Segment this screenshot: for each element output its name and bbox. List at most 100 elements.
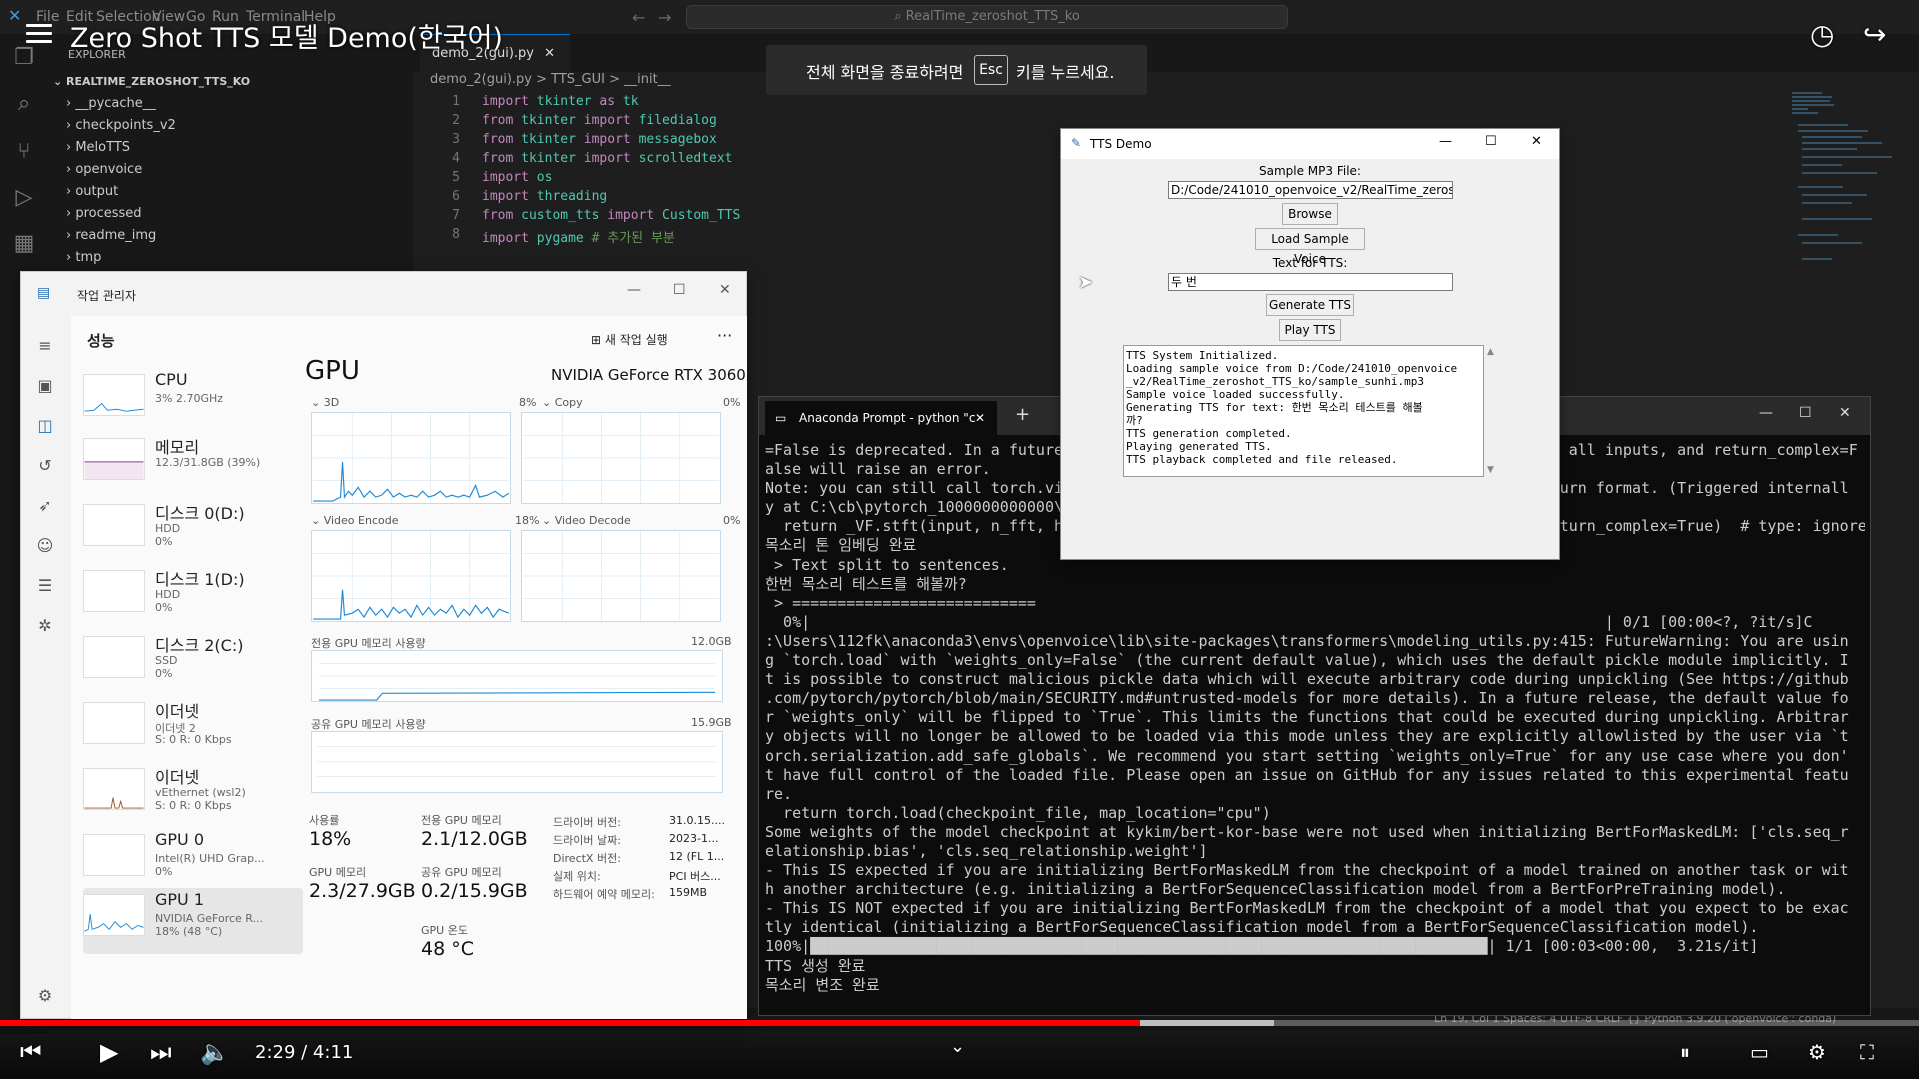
perf-item-gpu0[interactable]: GPU 0 Intel(R) UHD Grap... 0% bbox=[83, 828, 299, 890]
tts-log[interactable]: TTS System Initialized. Loading sample v… bbox=[1123, 345, 1484, 477]
tree-item[interactable]: › processed bbox=[66, 206, 142, 221]
info-key: 드라이버 날짜: bbox=[553, 834, 621, 847]
menu-file[interactable]: File bbox=[36, 9, 59, 25]
tree-item[interactable]: › __pycache__ bbox=[66, 96, 156, 111]
back-arrow-icon[interactable]: ← bbox=[632, 8, 645, 27]
util-value: 18% bbox=[309, 828, 352, 850]
load-sample-button[interactable]: Load Sample Voice bbox=[1255, 228, 1365, 266]
processes-icon[interactable]: ▣ bbox=[35, 376, 55, 396]
tree-item[interactable]: › MeloTTS bbox=[66, 140, 130, 155]
maximize-icon[interactable]: ☐ bbox=[1799, 405, 1812, 421]
settings-icon[interactable]: ⚙ bbox=[1808, 1040, 1826, 1064]
tts-text-input[interactable]: 두 번 bbox=[1168, 273, 1453, 291]
terminal-tab[interactable]: ▭ Anaconda Prompt - python "c ✕ bbox=[765, 401, 997, 435]
log-line: Generating TTS for text: 한번 목소리 테스트를 해볼 bbox=[1126, 401, 1423, 414]
code-line[interactable]: import threading bbox=[482, 189, 607, 204]
info-value: PCI 버스... bbox=[669, 870, 721, 883]
next-icon[interactable]: ⏭ bbox=[150, 1038, 172, 1066]
breadcrumb[interactable]: demo_2(gui).py > TTS_GUI > __init__ bbox=[430, 72, 671, 87]
generate-tts-button[interactable]: Generate TTS bbox=[1266, 294, 1354, 316]
settings-icon[interactable]: ⚙ bbox=[35, 986, 55, 1006]
perf-item-disk0[interactable]: 디스크 0(D:) HDD 0% bbox=[83, 498, 299, 560]
perf-item-ethernet[interactable]: 이더넷 이더넷 2 S: 0 R: 0 Kbps bbox=[83, 696, 299, 758]
perf-item-ethernet-wsl[interactable]: 이더넷 vEthernet (wsl2) S: 0 R: 0 Kbps bbox=[83, 762, 299, 824]
scroll-down-icon[interactable]: ▼ bbox=[1487, 465, 1494, 475]
terminal-line: orch.serialization.add_safe_globals`. We… bbox=[765, 746, 1849, 765]
perf-item-cpu[interactable]: CPU 3% 2.70GHz bbox=[83, 368, 299, 430]
minimize-icon[interactable]: — bbox=[1759, 405, 1773, 421]
app-history-icon[interactable]: ↺ bbox=[35, 456, 55, 476]
tree-item[interactable]: › output bbox=[66, 184, 118, 199]
play-tts-button[interactable]: Play TTS bbox=[1279, 319, 1341, 341]
tree-item[interactable]: › readme_img bbox=[66, 228, 156, 243]
details-icon[interactable]: ☰ bbox=[35, 576, 55, 596]
close-icon[interactable]: ✕ bbox=[719, 282, 731, 298]
tree-item[interactable]: › checkpoints_v2 bbox=[66, 118, 176, 133]
forward-arrow-icon[interactable]: → bbox=[658, 8, 671, 27]
code-line[interactable]: from tkinter import filedialog bbox=[482, 113, 717, 128]
scroll-up-icon[interactable]: ▲ bbox=[1487, 347, 1494, 357]
sample-path-input[interactable]: D:/Code/241010_openvoice_v2/RealTime_zer… bbox=[1168, 181, 1453, 199]
terminal-line: :\Users\112fk\anaconda3\envs\openvoice\l… bbox=[765, 631, 1849, 650]
terminal-line: tly identical (initializing a BertForSeq… bbox=[765, 918, 1759, 937]
users-icon[interactable]: ☺ bbox=[35, 536, 55, 556]
perf-item-disk1[interactable]: 디스크 1(D:) HDD 0% bbox=[83, 564, 299, 626]
terminal-icon: ▭ bbox=[775, 411, 787, 425]
play-icon[interactable]: ▶ bbox=[100, 1038, 118, 1066]
code-line[interactable]: import tkinter as tk bbox=[482, 94, 639, 109]
explorer-root[interactable]: ⌄ REALTIME_ZEROSHOT_TTS_KO bbox=[53, 75, 250, 88]
graph-label-video-encode[interactable]: ⌄ Video Encode bbox=[311, 514, 398, 527]
graph-label-copy[interactable]: ⌄ Copy bbox=[542, 396, 583, 409]
hamburger-icon[interactable]: ≡ bbox=[35, 336, 55, 356]
perf-item-memory[interactable]: 메모리 12.3/31.8GB (39%) bbox=[83, 432, 299, 494]
tree-item[interactable]: › openvoice bbox=[66, 162, 142, 177]
new-tab-icon[interactable]: + bbox=[1015, 404, 1030, 425]
files-icon[interactable]: ❐ bbox=[10, 44, 38, 72]
minimize-icon[interactable]: — bbox=[1439, 134, 1452, 149]
close-icon[interactable]: ✕ bbox=[1839, 405, 1851, 421]
close-icon[interactable]: ✕ bbox=[975, 401, 985, 435]
maximize-icon[interactable]: ☐ bbox=[673, 282, 686, 298]
run-debug-icon[interactable]: ▷ bbox=[10, 184, 38, 212]
startup-icon[interactable]: ➶ bbox=[35, 496, 55, 516]
volume-icon[interactable]: 🔈 bbox=[200, 1038, 230, 1066]
source-control-icon[interactable]: ⑂ bbox=[10, 138, 38, 166]
code-line[interactable]: import pygame # 추가된 부분 bbox=[482, 227, 675, 246]
code-line[interactable]: from tkinter import messagebox bbox=[482, 132, 717, 147]
terminal-line: 100%|███████████████████████████████████… bbox=[765, 937, 1759, 956]
maximize-icon[interactable]: ☐ bbox=[1485, 134, 1497, 149]
search-icon[interactable]: ⌕ bbox=[10, 90, 38, 118]
graph-label-video-decode[interactable]: ⌄ Video Decode bbox=[542, 514, 631, 527]
code-line[interactable]: from custom_tts import Custom_TTS bbox=[482, 208, 740, 223]
task-manager-sidebar: ≡ ▣ ◫ ↺ ➶ ☺ ☰ ✲ ⚙ bbox=[21, 316, 71, 1019]
subtitles-icon[interactable]: ▭ bbox=[1750, 1040, 1769, 1064]
prev-icon[interactable]: ⏮ bbox=[20, 1038, 42, 1066]
chevron-down-icon: ⌄ bbox=[311, 396, 324, 409]
pause-toggle-icon[interactable]: ⏸ bbox=[1680, 1040, 1690, 1064]
perf-item-disk2[interactable]: 디스크 2(C:) SSD 0% bbox=[83, 630, 299, 692]
graph-shared-memory bbox=[311, 731, 723, 793]
chevron-down-icon[interactable]: ⌄ bbox=[950, 1036, 965, 1057]
perf-item-gpu1[interactable]: GPU 1 NVIDIA GeForce R... 18% (48 °C) bbox=[83, 888, 303, 954]
video-title[interactable]: Zero Shot TTS 모델 Demo(한국어) bbox=[70, 16, 503, 55]
exit-fullscreen-icon[interactable]: ⛶ bbox=[1860, 1040, 1874, 1064]
close-icon[interactable]: ✕ bbox=[1531, 134, 1542, 149]
close-icon[interactable]: ✕ bbox=[544, 46, 555, 61]
more-options-icon[interactable]: ··· bbox=[717, 326, 732, 345]
browse-button[interactable]: Browse bbox=[1282, 203, 1338, 225]
menu-icon[interactable] bbox=[26, 24, 52, 44]
services-icon[interactable]: ✲ bbox=[35, 616, 55, 636]
code-line[interactable]: from tkinter import scrolledtext bbox=[482, 151, 732, 166]
code-line[interactable]: import os bbox=[482, 170, 552, 185]
graph-3d bbox=[311, 412, 511, 504]
run-new-task-button[interactable]: ⊞ 새 작업 실행 bbox=[591, 331, 668, 348]
chevron-down-icon: ⌄ bbox=[542, 514, 555, 527]
tree-item[interactable]: › tmp bbox=[66, 250, 101, 265]
extensions-icon[interactable]: ▦ bbox=[10, 230, 38, 258]
minimap[interactable] bbox=[1790, 90, 1910, 330]
performance-icon[interactable]: ◫ bbox=[35, 416, 55, 436]
command-search-input[interactable]: ⌕ RealTime_zeroshot_TTS_ko bbox=[686, 5, 1288, 29]
minimize-icon[interactable]: — bbox=[627, 282, 641, 298]
share-icon[interactable]: ↪ bbox=[1863, 18, 1886, 51]
watch-later-icon[interactable]: ◷ bbox=[1810, 18, 1834, 51]
